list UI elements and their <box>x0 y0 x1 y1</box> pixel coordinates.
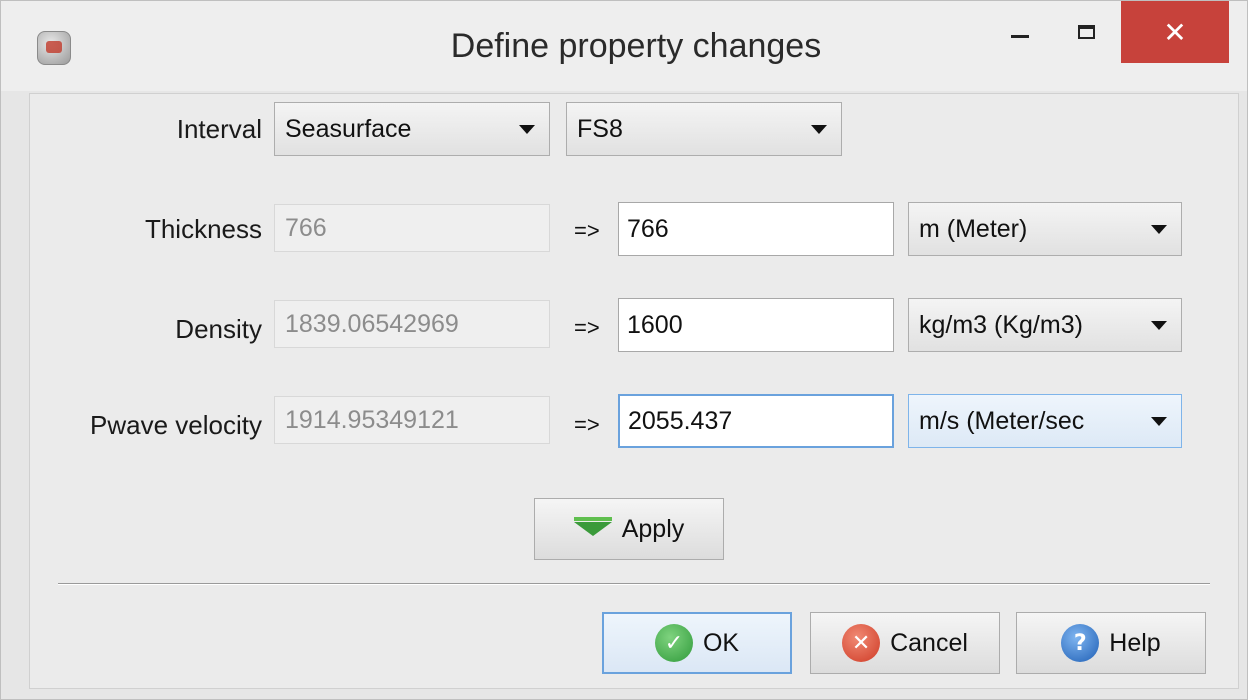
thickness-arrow: => <box>574 218 600 243</box>
thickness-old-value: 766 <box>274 204 550 252</box>
cancel-label: Cancel <box>890 628 968 657</box>
density-unit-select[interactable]: kg/m3 (Kg/m3) <box>908 298 1182 352</box>
maximize-button[interactable] <box>1057 1 1115 63</box>
close-icon: ✕ <box>1163 15 1187 49</box>
interval-from-value: Seasurface <box>285 114 412 143</box>
thickness-label: Thickness <box>144 214 262 244</box>
pwave-velocity-unit-value: m/s (Meter/sec <box>919 406 1085 435</box>
density-old-value: 1839.06542969 <box>274 300 550 348</box>
cancel-button[interactable]: ✕ Cancel <box>810 612 1000 674</box>
divider <box>58 583 1210 585</box>
thickness-new-input[interactable]: 766 <box>618 202 894 256</box>
down-triangle-icon <box>573 517 612 536</box>
chevron-down-icon <box>1151 225 1167 234</box>
interval-to-value: FS8 <box>577 114 623 143</box>
help-label: Help <box>1109 628 1161 657</box>
dialog-window: Define property changes ✕ Interval Seasu… <box>0 0 1248 700</box>
interval-from-select[interactable]: Seasurface <box>274 102 550 156</box>
pwave-velocity-arrow: => <box>574 412 600 437</box>
minimize-button[interactable] <box>991 1 1049 63</box>
maximize-icon <box>1077 25 1095 39</box>
chevron-down-icon <box>519 125 535 134</box>
thickness-unit-select[interactable]: m (Meter) <box>908 202 1182 256</box>
apply-label: Apply <box>621 514 685 543</box>
interval-to-select[interactable]: FS8 <box>566 102 842 156</box>
density-unit-value: kg/m3 (Kg/m3) <box>919 310 1083 339</box>
chevron-down-icon <box>811 125 827 134</box>
ok-button[interactable]: ✓ OK <box>602 612 792 674</box>
density-new-input[interactable]: 1600 <box>618 298 894 352</box>
chevron-down-icon <box>1151 321 1167 330</box>
minimize-icon <box>1011 34 1029 38</box>
pwave-velocity-old-value: 1914.95349121 <box>274 396 550 444</box>
title-bar[interactable]: Define property changes ✕ <box>1 1 1247 91</box>
dialog-content: Interval Seasurface FS8 Thickness 766 =>… <box>29 93 1239 689</box>
help-button[interactable]: ? Help <box>1016 612 1206 674</box>
chevron-down-icon <box>1151 417 1167 426</box>
interval-label: Interval <box>176 114 262 144</box>
help-icon: ? <box>1061 624 1100 662</box>
apply-button[interactable]: Apply <box>534 498 724 560</box>
density-label: Density <box>175 314 262 344</box>
cancel-icon: ✕ <box>842 624 881 662</box>
thickness-unit-value: m (Meter) <box>919 214 1028 243</box>
ok-label: OK <box>702 628 740 657</box>
pwave-velocity-new-input[interactable]: 2055.437 <box>618 394 894 448</box>
density-arrow: => <box>574 315 600 340</box>
pwave-velocity-unit-select[interactable]: m/s (Meter/sec <box>908 394 1182 448</box>
close-button[interactable]: ✕ <box>1121 1 1229 63</box>
check-icon: ✓ <box>654 624 693 662</box>
pwave-velocity-label: Pwave velocity <box>90 410 262 440</box>
